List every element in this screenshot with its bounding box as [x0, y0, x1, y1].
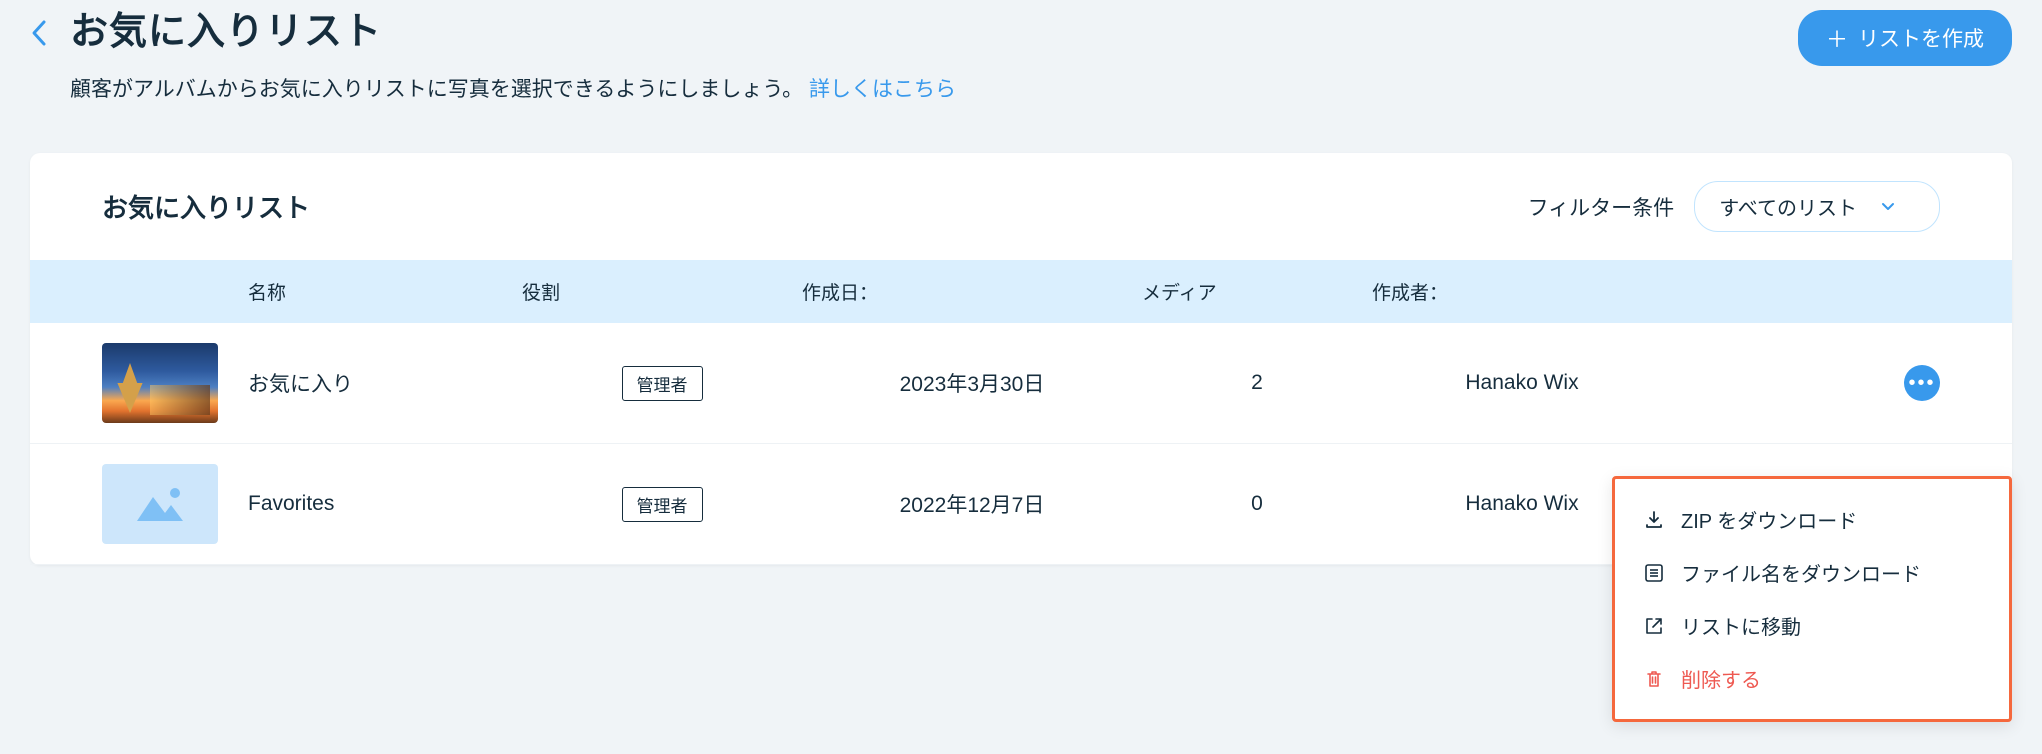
page-header: お気に入りリスト 顧客がアルバムからお気に入りリストに写真を選択できるようにしま… — [0, 0, 2042, 103]
menu-label: リストに移動 — [1681, 611, 1801, 640]
column-role: 役割 — [522, 278, 802, 305]
media-cell: 2 — [1142, 371, 1372, 395]
column-actions — [1672, 278, 1940, 305]
creator-cell: Hanako Wix — [1372, 371, 1672, 395]
more-dots-icon: ••• — [1908, 373, 1935, 393]
filter-value: すべてのリスト — [1719, 192, 1857, 221]
thumbnail-image — [102, 343, 218, 423]
page-title: お気に入りリスト — [70, 0, 956, 55]
page-subtitle: 顧客がアルバムからお気に入りリストに写真を選択できるようにしましょう。 詳しくは… — [70, 73, 956, 103]
table-row[interactable]: お気に入り 管理者 2023年3月30日 2 Hanako Wix ••• — [30, 323, 2012, 444]
chevron-down-icon — [1881, 199, 1895, 215]
media-cell: 0 — [1142, 492, 1372, 516]
card-header: お気に入りリスト フィルター条件 すべてのリスト — [30, 153, 2012, 260]
create-list-button[interactable]: ＋ リストを作成 — [1798, 10, 2012, 66]
role-badge: 管理者 — [622, 487, 703, 522]
more-actions-button[interactable]: ••• — [1904, 365, 1940, 401]
column-media: メディア — [1142, 278, 1372, 305]
menu-download-zip[interactable]: ZIP をダウンロード — [1615, 493, 2009, 546]
created-cell: 2023年3月30日 — [802, 368, 1142, 398]
download-icon — [1643, 509, 1665, 531]
image-placeholder-icon — [133, 483, 187, 525]
name-cell: Favorites — [102, 464, 522, 544]
menu-label: ZIP をダウンロード — [1681, 505, 1857, 534]
menu-download-filenames[interactable]: ファイル名をダウンロード — [1615, 546, 2009, 599]
card-title: お気に入りリスト — [102, 188, 310, 225]
created-cell: 2022年12月7日 — [802, 489, 1142, 519]
create-button-label: リストを作成 — [1858, 23, 1984, 53]
trash-icon — [1643, 668, 1665, 690]
menu-label: ファイル名をダウンロード — [1681, 558, 1921, 587]
column-created: 作成日： — [802, 278, 1142, 305]
back-arrow-icon[interactable] — [30, 18, 50, 55]
menu-label: 削除する — [1681, 664, 1761, 693]
title-block: お気に入りリスト 顧客がアルバムからお気に入りリストに写真を選択できるようにしま… — [70, 0, 956, 103]
external-link-icon — [1643, 615, 1665, 637]
context-menu: ZIP をダウンロード ファイル名をダウンロード リストに移動 削除する — [1612, 476, 2012, 722]
actions-cell: ••• — [1672, 365, 1940, 401]
role-badge: 管理者 — [622, 366, 703, 401]
subtitle-text: 顧客がアルバムからお気に入りリストに写真を選択できるようにしましょう。 — [70, 78, 803, 101]
menu-go-to-list[interactable]: リストに移動 — [1615, 599, 2009, 652]
filter-select[interactable]: すべてのリスト — [1694, 181, 1940, 232]
row-name: Favorites — [248, 492, 334, 516]
filter-block: フィルター条件 すべてのリスト — [1528, 181, 1940, 232]
name-cell: お気に入り — [102, 343, 522, 423]
column-creator: 作成者： — [1372, 278, 1672, 305]
menu-delete[interactable]: 削除する — [1615, 652, 2009, 705]
row-name: お気に入り — [248, 368, 353, 398]
learn-more-link[interactable]: 詳しくはこちら — [809, 78, 956, 101]
role-cell: 管理者 — [522, 487, 802, 522]
thumbnail-placeholder — [102, 464, 218, 544]
plus-icon: ＋ — [1826, 22, 1848, 54]
list-icon — [1643, 562, 1665, 584]
filter-label: フィルター条件 — [1528, 192, 1675, 222]
column-name: 名称 — [102, 278, 522, 305]
table-header-row: 名称 役割 作成日： メディア 作成者： — [30, 260, 2012, 323]
header-left: お気に入りリスト 顧客がアルバムからお気に入りリストに写真を選択できるようにしま… — [30, 0, 956, 103]
role-cell: 管理者 — [522, 366, 802, 401]
